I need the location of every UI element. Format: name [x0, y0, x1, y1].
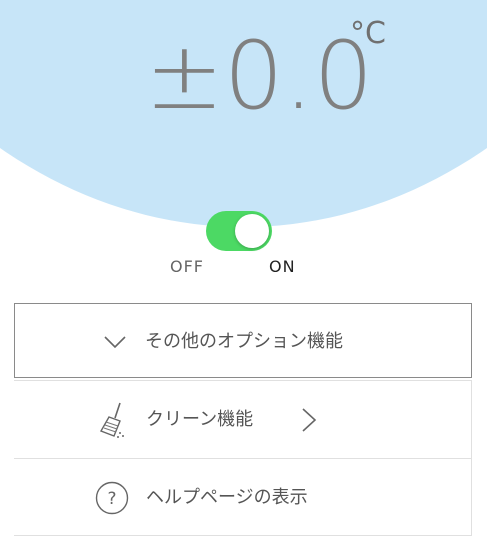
temperature-display: ±0.0 °C: [0, 16, 487, 132]
power-on-label: ON: [269, 257, 296, 276]
temperature-unit: °C: [350, 16, 386, 51]
chevron-right-icon: [302, 408, 317, 432]
other-options-label: その他のオプション機能: [145, 331, 343, 352]
help-page-label: ヘルプページの表示: [146, 487, 308, 508]
broom-icon: [99, 402, 124, 438]
power-toggle[interactable]: [206, 211, 272, 251]
svg-text:?: ?: [107, 489, 116, 509]
help-page-button[interactable]: ? ヘルプページの表示: [14, 458, 472, 536]
question-circle-icon: ?: [95, 481, 129, 515]
clean-function-button[interactable]: クリーン機能: [14, 380, 472, 458]
chevron-down-icon: [104, 336, 126, 349]
clean-function-label: クリーン機能: [146, 409, 254, 430]
power-off-label: OFF: [170, 257, 204, 276]
screen: ±0.0 °C OFF ON その他のオプション機能 クリーン機能 ? ヘルプペ…: [0, 0, 487, 538]
temperature-value: ±0.0: [145, 22, 374, 131]
toggle-knob: [235, 214, 269, 248]
other-options-button[interactable]: その他のオプション機能: [14, 303, 472, 378]
